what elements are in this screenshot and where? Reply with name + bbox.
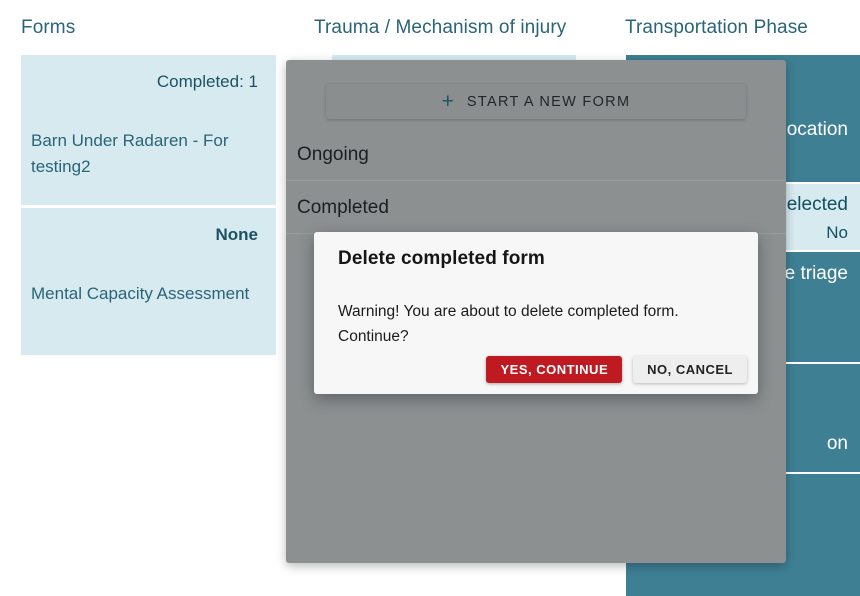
section-heading-ongoing: Ongoing bbox=[297, 144, 369, 165]
dialog-message: Warning! You are about to delete complet… bbox=[338, 303, 679, 345]
forms-column: Completed: 1 Barn Under Radaren - For te… bbox=[21, 55, 276, 358]
column-header-forms: Forms bbox=[21, 16, 76, 38]
form-card-status: Completed: 1 bbox=[156, 72, 258, 91]
plus-icon: + bbox=[441, 90, 454, 113]
start-a-new-form-button[interactable]: + START A NEW FORM bbox=[326, 84, 746, 119]
section-divider bbox=[286, 180, 786, 181]
form-card-status: None bbox=[215, 225, 259, 244]
form-card-title: Barn Under Radaren - For testing2 bbox=[31, 131, 229, 176]
dialog-title: Delete completed form bbox=[338, 248, 545, 269]
app-root: Forms Trauma / Mechanism of injury Trans… bbox=[0, 0, 860, 596]
form-card[interactable]: None Mental Capacity Assessment bbox=[21, 208, 276, 355]
delete-completed-form-dialog: Delete completed form Warning! You are a… bbox=[314, 232, 758, 394]
column-header-transportation-phase: Transportation Phase bbox=[625, 16, 808, 38]
section-heading-completed: Completed bbox=[297, 197, 389, 218]
form-card[interactable]: Completed: 1 Barn Under Radaren - For te… bbox=[21, 55, 276, 205]
no-cancel-button[interactable]: NO, CANCEL bbox=[633, 356, 747, 383]
start-a-new-form-label: START A NEW FORM bbox=[466, 93, 631, 110]
form-card-title: Mental Capacity Assessment bbox=[31, 284, 250, 303]
column-header-trauma-mechanism-of-injury: Trauma / Mechanism of injury bbox=[314, 16, 567, 38]
dialog-actions: YES, CONTINUE NO, CANCEL bbox=[486, 356, 747, 383]
yes-continue-button[interactable]: YES, CONTINUE bbox=[486, 356, 623, 383]
